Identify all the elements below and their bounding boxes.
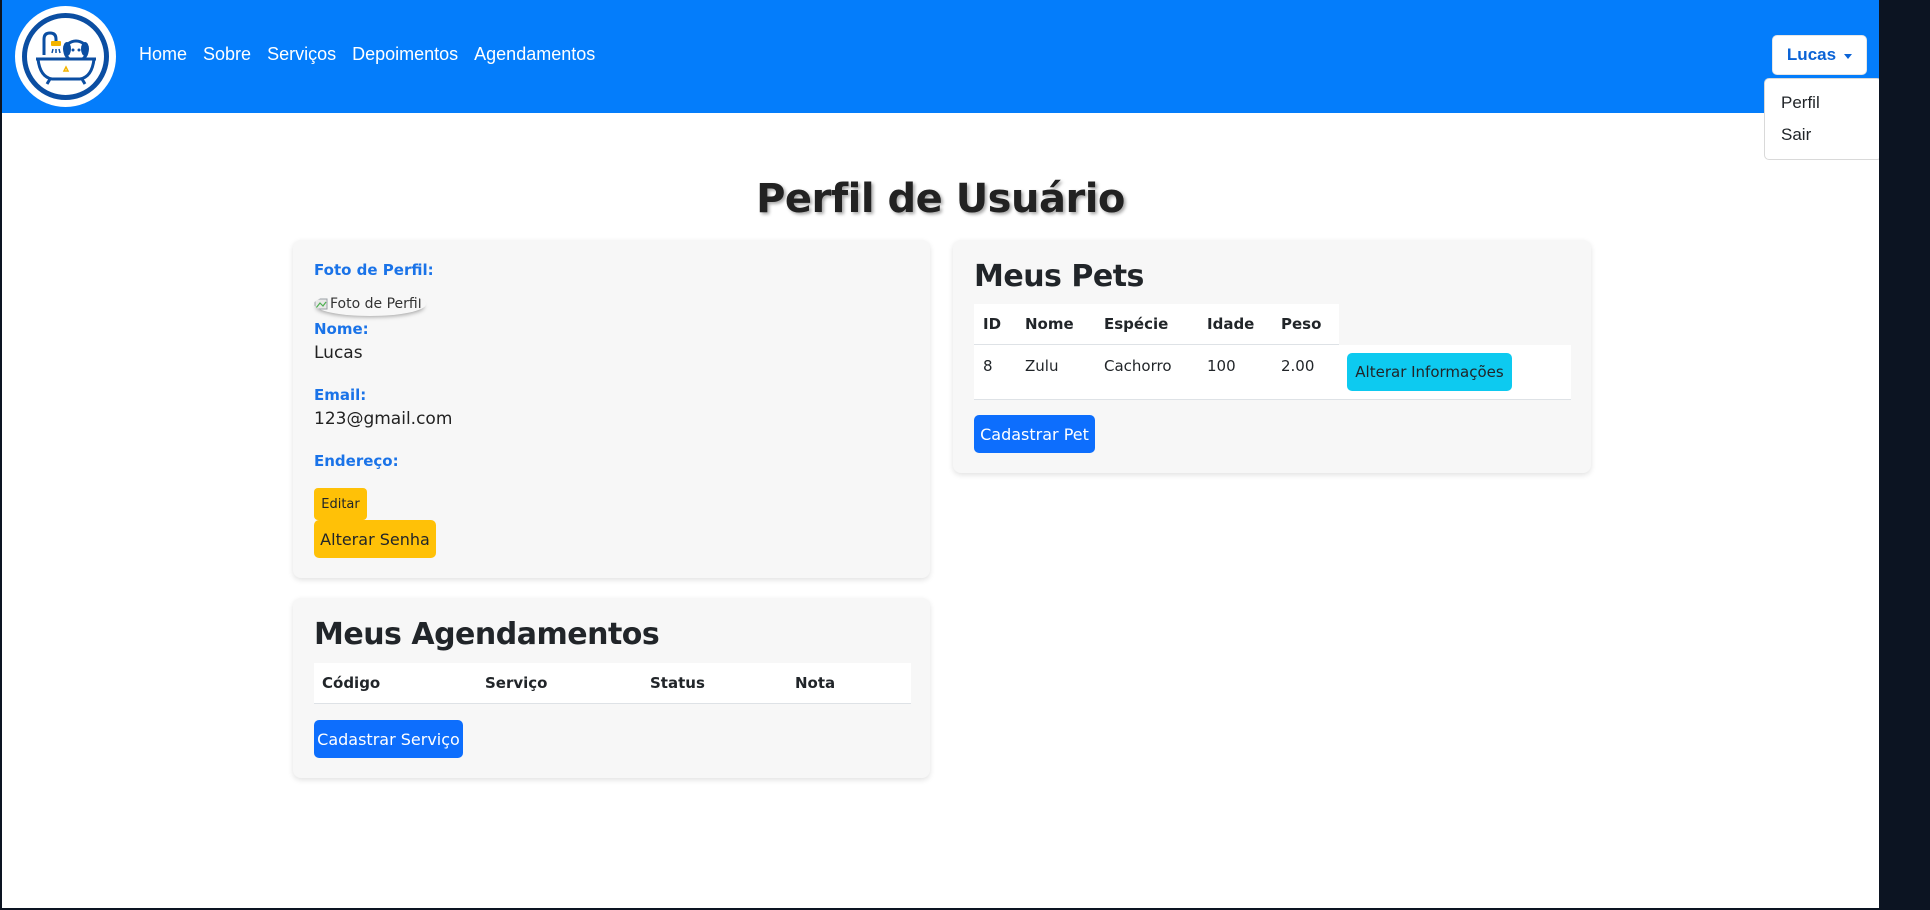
user-dropdown-menu: Perfil Sair xyxy=(1764,78,1879,160)
navbar: Home Sobre Serviços Depoimentos Agendame… xyxy=(2,0,1879,113)
profile-photo: Foto de Perfil xyxy=(314,292,426,316)
appointments-col-servico: Serviço xyxy=(485,674,548,692)
appointments-col-nota: Nota xyxy=(795,674,836,692)
dropdown-item-sair[interactable]: Sair xyxy=(1765,123,1879,155)
pet-age: 100 xyxy=(1207,357,1236,375)
pet-name: Zulu xyxy=(1025,357,1059,375)
appointments-col-status: Status xyxy=(650,674,705,692)
edit-pet-button[interactable]: Alterar Informações xyxy=(1347,353,1512,391)
nav-link-sobre[interactable]: Sobre xyxy=(203,44,251,65)
nav-link-home[interactable]: Home xyxy=(139,44,187,65)
profile-photo-alt-text: Foto de Perfil xyxy=(330,296,422,312)
pet-species: Cachorro xyxy=(1104,357,1172,375)
pets-table-header: ID Nome Espécie Idade Peso xyxy=(974,304,1339,345)
logo-emblem xyxy=(22,13,109,100)
logo[interactable] xyxy=(15,6,116,107)
pets-col-peso: Peso xyxy=(1281,315,1322,333)
pets-col-nome: Nome xyxy=(1025,315,1074,333)
register-service-button[interactable]: Cadastrar Serviço xyxy=(314,720,463,758)
name-value: Lucas xyxy=(314,343,363,363)
pet-weight: 2.00 xyxy=(1281,357,1315,375)
pet-bath-icon xyxy=(35,30,96,85)
nav-link-depoimentos[interactable]: Depoimentos xyxy=(352,44,458,65)
nav-link-agendamentos[interactable]: Agendamentos xyxy=(474,44,595,65)
pets-col-id: ID xyxy=(983,315,1002,333)
nav-link-servicos[interactable]: Serviços xyxy=(267,44,336,65)
email-label: Email: xyxy=(314,386,367,404)
browser-viewport: Home Sobre Serviços Depoimentos Agendame… xyxy=(2,0,1879,908)
email-value: 123@gmail.com xyxy=(314,409,453,429)
page-title: Perfil de Usuário xyxy=(756,176,1125,222)
pets-title: Meus Pets xyxy=(974,259,1144,294)
appointments-col-codigo: Código xyxy=(322,674,381,692)
name-label: Nome: xyxy=(314,320,369,338)
user-menu-button[interactable]: Lucas xyxy=(1772,35,1867,75)
edit-profile-button[interactable]: Editar xyxy=(314,488,367,520)
caret-down-icon xyxy=(1844,53,1853,59)
address-label: Endereço: xyxy=(314,452,399,470)
user-menu-label: Lucas xyxy=(1786,45,1837,64)
dropdown-item-perfil[interactable]: Perfil xyxy=(1765,91,1879,123)
pets-col-idade: Idade xyxy=(1207,315,1255,333)
appointments-table: Código Serviço Status Nota xyxy=(314,663,911,704)
nav-links: Home Sobre Serviços Depoimentos Agendame… xyxy=(139,44,595,65)
change-password-button[interactable]: Alterar Senha xyxy=(314,520,436,558)
photo-label: Foto de Perfil: xyxy=(314,261,434,279)
register-pet-button[interactable]: Cadastrar Pet xyxy=(974,415,1095,453)
pet-id: 8 xyxy=(983,357,993,375)
pets-col-especie: Espécie xyxy=(1104,315,1169,333)
appointments-title: Meus Agendamentos xyxy=(314,617,660,652)
